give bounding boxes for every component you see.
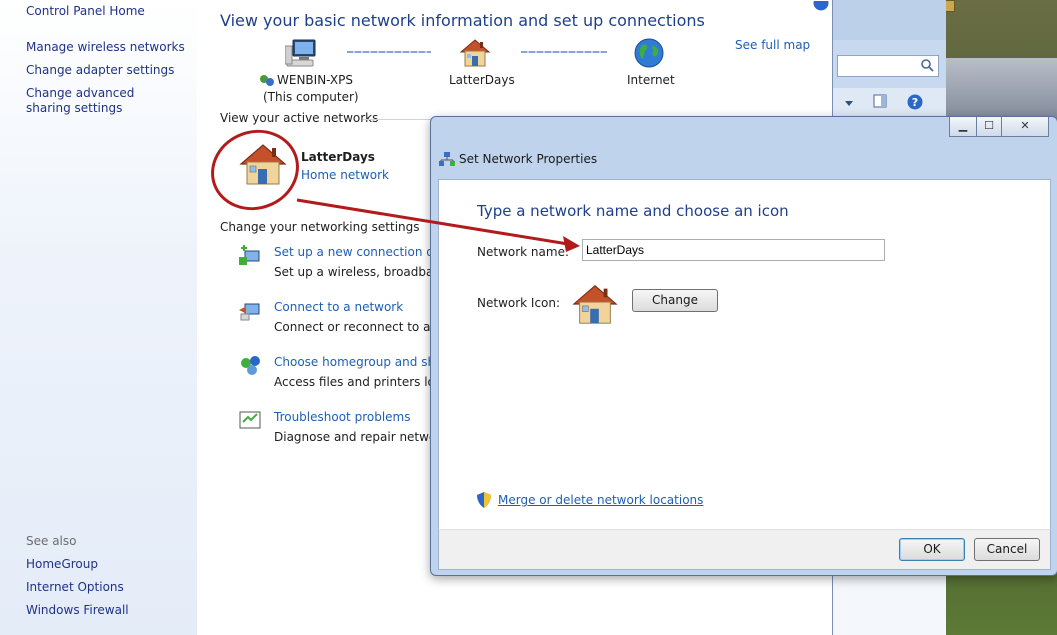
change-settings-heading: Change your networking settings	[220, 220, 420, 234]
task-desc: Connect or reconnect to a wi	[274, 320, 448, 334]
homegroup-icon	[239, 355, 263, 377]
search-box[interactable]	[837, 55, 939, 77]
dialog-footer: OK Cancel	[438, 529, 1051, 570]
map-internet-label: Internet	[627, 73, 675, 87]
map-connector	[521, 51, 607, 53]
dialog-title: Set Network Properties	[459, 152, 598, 166]
globe-icon	[633, 37, 665, 72]
connect-network-icon	[239, 300, 263, 322]
shield-icon	[477, 492, 491, 511]
computer-sub: (This computer)	[263, 90, 359, 104]
home-network-icon	[458, 38, 492, 71]
sidebar-item-windows-firewall[interactable]: Windows Firewall	[26, 603, 186, 618]
dialog-client-area: Type a network name and choose an icon N…	[438, 179, 1051, 531]
troubleshoot-icon	[239, 410, 263, 432]
help-icon[interactable]	[813, 0, 829, 14]
task-link-troubleshoot[interactable]: Troubleshoot problems	[274, 410, 410, 424]
computer-icon	[284, 38, 319, 71]
new-connection-icon	[239, 245, 263, 267]
pane-icon[interactable]	[873, 94, 887, 111]
dialog-heading: Type a network name and choose an icon	[477, 202, 789, 220]
minimize-button[interactable]: ▁	[949, 117, 977, 137]
sidebar-item-control-panel-home[interactable]: Control Panel Home	[26, 4, 186, 19]
see-also-heading: See also	[26, 534, 77, 548]
change-icon-button[interactable]: Change	[632, 289, 718, 312]
task-link-connect[interactable]: Connect to a network	[274, 300, 403, 314]
computer-name: WENBIN-XPS	[277, 73, 353, 87]
maximize-button[interactable]: ☐	[976, 117, 1002, 137]
map-network-name: LatterDays	[449, 73, 515, 87]
active-network-name: LatterDays	[301, 150, 375, 164]
cancel-button[interactable]: Cancel	[974, 538, 1040, 561]
page-title: View your basic network information and …	[220, 11, 705, 30]
help-icon[interactable]: ?	[907, 94, 923, 113]
network-properties-icon	[439, 152, 455, 169]
close-button[interactable]: ✕	[1001, 117, 1049, 137]
home-network-icon	[571, 281, 619, 327]
search-icon	[920, 58, 934, 75]
active-networks-heading: View your active networks	[220, 111, 379, 125]
sidebar-item-adapter-settings[interactable]: Change adapter settings	[26, 63, 186, 78]
merge-locations-link[interactable]: Merge or delete network locations	[498, 493, 703, 507]
task-desc: Access files and printers locat	[274, 375, 454, 389]
task-link-homegroup[interactable]: Choose homegroup and shari	[274, 355, 451, 369]
sidebar-item-manage-wireless[interactable]: Manage wireless networks	[26, 40, 186, 55]
sidebar-item-internet-options[interactable]: Internet Options	[26, 580, 186, 595]
chevron-down-icon[interactable]	[845, 96, 853, 110]
sidebar: Control Panel Home Manage wireless netwo…	[0, 0, 197, 635]
network-type-link[interactable]: Home network	[301, 168, 389, 182]
network-name-field[interactable]	[582, 239, 885, 261]
svg-text:?: ?	[912, 96, 918, 109]
network-user-icon	[259, 74, 275, 91]
network-name-label: Network name:	[477, 245, 569, 259]
set-network-properties-dialog: ▁ ☐ ✕ Set Network Properties Type a netw…	[430, 116, 1057, 576]
see-full-map-link[interactable]: See full map	[735, 38, 810, 52]
task-desc: Set up a wireless, broadband,	[274, 265, 453, 279]
home-network-icon[interactable]	[238, 142, 288, 186]
sidebar-item-homegroup[interactable]: HomeGroup	[26, 557, 186, 572]
ok-button[interactable]: OK	[899, 538, 965, 561]
map-connector	[347, 51, 431, 53]
sidebar-item-advanced-sharing[interactable]: Change advanced sharing settings	[26, 86, 176, 116]
network-icon-label: Network Icon:	[477, 296, 561, 310]
